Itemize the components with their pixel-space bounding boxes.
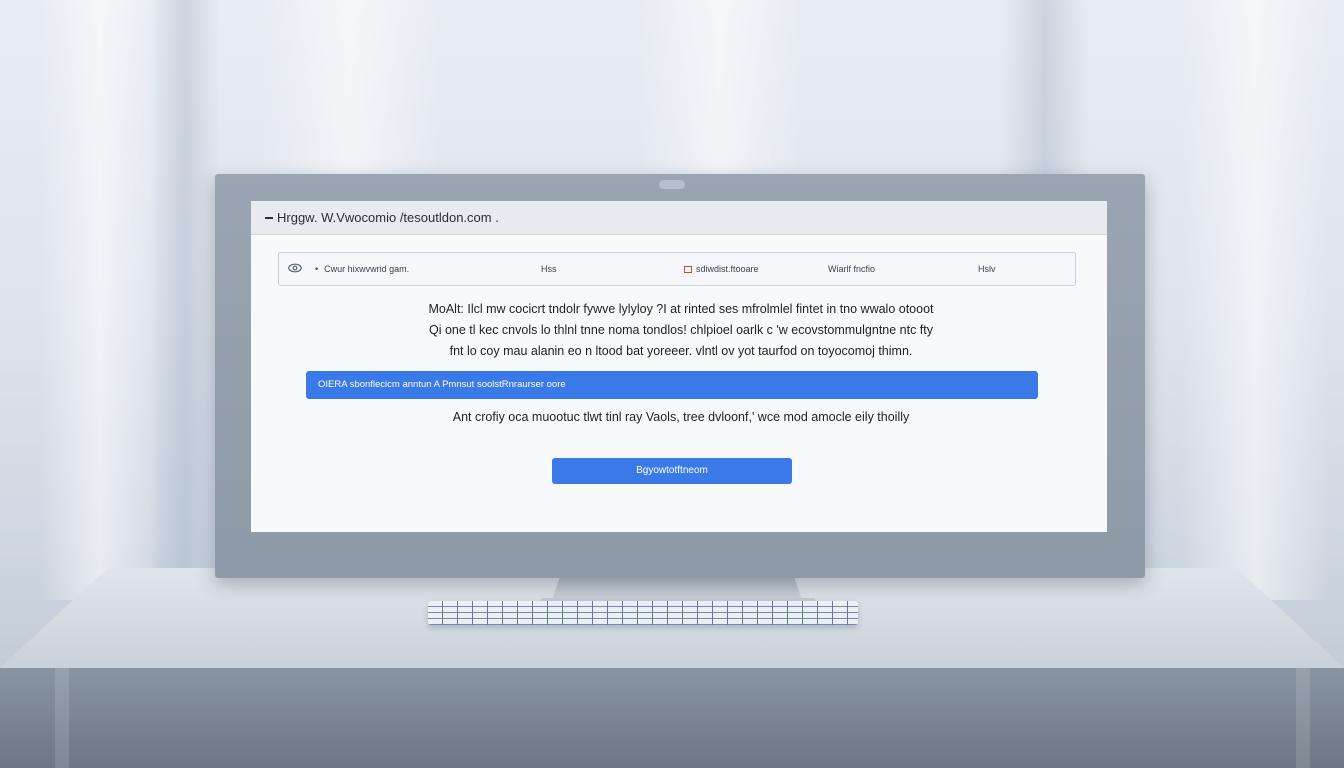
nav-account-label: Cwur hixwvwrid gam.: [324, 264, 410, 274]
address-bar[interactable]: Hrggw. W.Vwocomio /tesoutldon.com .: [251, 201, 1107, 235]
keyboard: [428, 601, 858, 625]
curtain-shadow: [150, 0, 220, 600]
note-text: Ant crofiy oca muootuc tlwt tinl ray Vao…: [452, 410, 910, 424]
message-line: Qi one tl kec cnvols lo thlnl tnne noma …: [428, 323, 934, 337]
message-line: MoAlt: Ilcl mw cocicrt tndolr fywve lyly…: [428, 302, 934, 316]
eye-icon[interactable]: [288, 262, 302, 274]
desk-leg: [1296, 668, 1310, 768]
nav-item-3[interactable]: sdiwdist.ftooare: [684, 264, 759, 274]
nav-item-4[interactable]: Wiarlf fncfio: [828, 264, 875, 274]
nav-item-2[interactable]: Hss: [541, 264, 557, 274]
nav-account-link[interactable]: • Cwur hixwvwrid gam.: [315, 264, 409, 274]
webcam: [659, 180, 685, 189]
desk-leg: [55, 668, 69, 768]
message-paragraph: MoAlt: Ilcl mw cocicrt tndolr fywve lyly…: [341, 299, 1021, 362]
nav-account-marker: •: [315, 264, 319, 274]
dash-icon: [265, 216, 273, 219]
desk-scene: Hrggw. W.Vwocomio /tesoutldon.com . • Cwu…: [0, 0, 1344, 768]
curtain-highlight: [1180, 0, 1330, 600]
monitor-screen: Hrggw. W.Vwocomio /tesoutldon.com . • Cwu…: [251, 201, 1107, 532]
desk-front: [0, 668, 1344, 768]
nav-item-3-label: sdiwdist.ftooare: [696, 264, 759, 274]
curtain-highlight: [40, 0, 160, 600]
message-line: fnt lo coy mau alanin eo n ltood bat yor…: [449, 344, 913, 358]
site-nav: • Cwur hixwvwrid gam. Hss sdiwdist.ftooar…: [278, 252, 1076, 286]
monitor-stand: [552, 578, 802, 600]
primary-action-button[interactable]: Bgyowtotftneom: [552, 458, 792, 484]
warning-square-icon: [684, 266, 692, 273]
nav-item-help[interactable]: Hslv: [978, 264, 996, 274]
url-text: Hrggw. W.Vwocomio /tesoutldon.com .: [277, 210, 499, 225]
info-banner[interactable]: OIERA sbonflecicm anntun A Pmnsut soolst…: [306, 371, 1038, 399]
